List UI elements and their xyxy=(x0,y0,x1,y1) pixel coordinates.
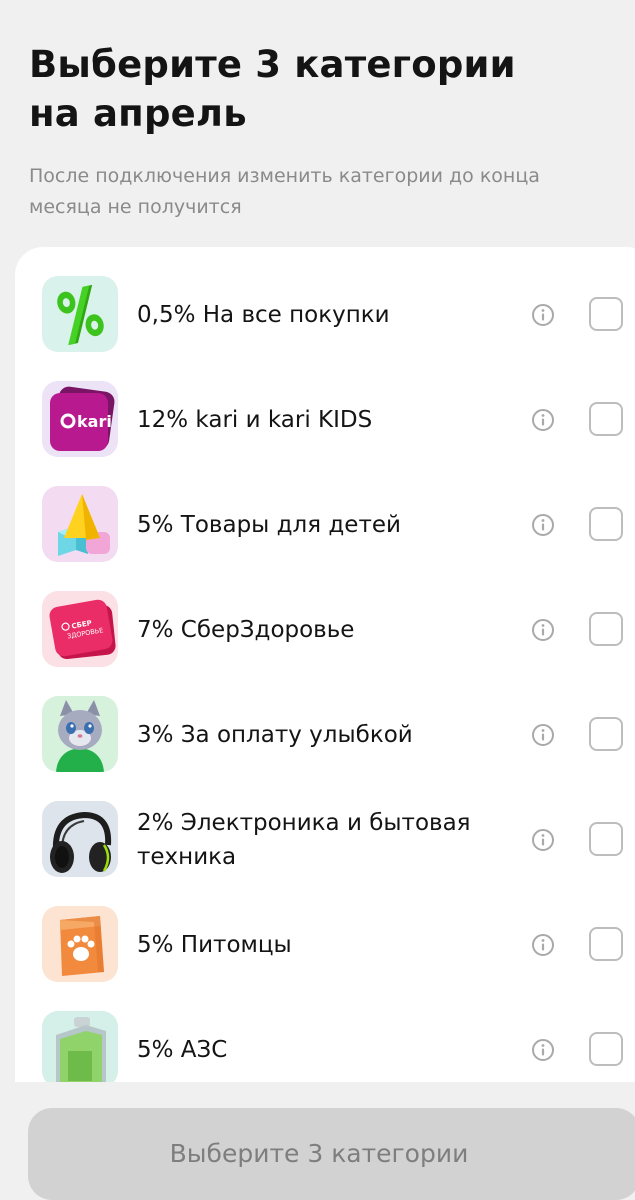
category-label: 0,5% На все покупки xyxy=(137,301,390,328)
category-checkbox[interactable] xyxy=(589,717,623,751)
page-subtitle-line-1: После подключения изменить категории до … xyxy=(29,165,540,187)
category-checkbox[interactable] xyxy=(589,297,623,331)
info-icon[interactable] xyxy=(531,723,555,747)
category-label: 2% Электроника и бытовая техника xyxy=(137,787,507,892)
sber-health-logo-icon: СБЕР ЗДОРОВЬЕ xyxy=(42,591,118,667)
page-subtitle: После подключения изменить категории до … xyxy=(29,161,619,223)
pet-food-bag-icon xyxy=(42,906,118,982)
info-icon[interactable] xyxy=(531,933,555,957)
category-label-line-2: техника xyxy=(137,843,237,870)
category-row-kari[interactable]: kari 12% kari и kari KIDS xyxy=(15,367,635,457)
toy-blocks-icon xyxy=(42,486,118,562)
headphones-icon xyxy=(42,801,118,877)
category-checkbox[interactable] xyxy=(589,927,623,961)
category-label: 5% Питомцы xyxy=(137,931,292,958)
select-categories-button[interactable]: Выберите 3 категории xyxy=(28,1108,635,1200)
info-icon[interactable] xyxy=(531,408,555,432)
page-title: Выберите 3 категории на апрель xyxy=(29,40,619,138)
svg-text:kari: kari xyxy=(77,412,112,431)
category-checkbox[interactable] xyxy=(589,822,623,856)
percent-icon xyxy=(42,276,118,352)
category-label: 3% За оплату улыбкой xyxy=(137,721,413,748)
category-row-kids-goods[interactable]: 5% Товары для детей xyxy=(15,472,635,562)
category-list: 0,5% На все покупки kari 12% kari и kari… xyxy=(15,247,635,1082)
category-row-gas-stations[interactable]: 5% АЗС xyxy=(15,997,635,1082)
category-row-pets[interactable]: 5% Питомцы xyxy=(15,892,635,982)
category-checkbox[interactable] xyxy=(589,402,623,436)
header: Выберите 3 категории на апрель После под… xyxy=(29,40,619,223)
category-label: 5% АЗС xyxy=(137,1036,228,1063)
category-row-all-purchases[interactable]: 0,5% На все покупки xyxy=(15,262,635,352)
kari-logo-icon: kari xyxy=(42,381,118,457)
category-row-sber-health[interactable]: СБЕР ЗДОРОВЬЕ 7% СберЗдоровье xyxy=(15,577,635,667)
category-label: 12% kari и kari KIDS xyxy=(137,406,373,433)
category-label-line-1: 2% Электроника и бытовая xyxy=(137,809,471,836)
category-label: 5% Товары для детей xyxy=(137,511,401,538)
category-checkbox[interactable] xyxy=(589,507,623,541)
info-icon[interactable] xyxy=(531,513,555,537)
info-icon[interactable] xyxy=(531,828,555,852)
category-label: 7% СберЗдоровье xyxy=(137,616,355,643)
category-row-electronics[interactable]: 2% Электроника и бытовая техника xyxy=(15,787,635,877)
page-subtitle-line-2: месяца не получится xyxy=(29,196,242,218)
fuel-canister-icon xyxy=(42,1011,118,1082)
info-icon[interactable] xyxy=(531,303,555,327)
category-row-smile-payment[interactable]: 3% За оплату улыбкой xyxy=(15,682,635,772)
category-checkbox[interactable] xyxy=(589,612,623,646)
category-checkbox[interactable] xyxy=(589,1032,623,1066)
page-title-line-2: на апрель xyxy=(29,92,247,135)
category-selection-screen: Выберите 3 категории на апрель После под… xyxy=(0,0,635,1200)
info-icon[interactable] xyxy=(531,618,555,642)
cat-mascot-icon xyxy=(42,696,118,772)
page-title-line-1: Выберите 3 категории xyxy=(29,43,516,86)
info-icon[interactable] xyxy=(531,1038,555,1062)
